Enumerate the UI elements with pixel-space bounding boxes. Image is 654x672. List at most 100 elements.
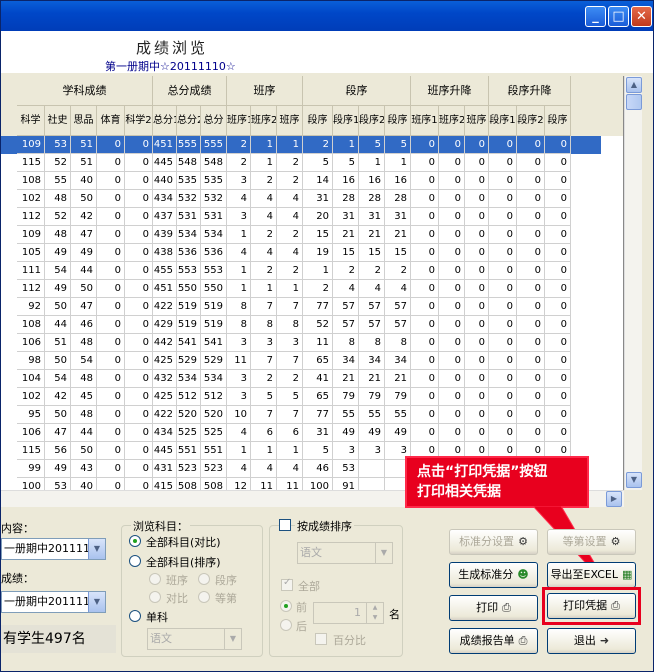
content-label: 内容： [1,522,34,535]
table-row[interactable]: 109 48 47 0 0 439 534 534 1 2 2 15 21 21 21 0 0 0 0 0 0 [1,226,601,244]
table-cell: 519 [177,316,201,334]
table-cell: 4 [251,460,277,478]
grid-body[interactable]: 109 53 51 0 0 451 555 555 2 1 1 2 1 5 5 0 0 0 0 0 0 115 52 51 0 0… [1,136,623,490]
column-header[interactable]: 班序1 [411,106,439,136]
radio-grade-rank[interactable] [198,573,210,585]
rank-unit-label: 名 [389,608,400,621]
column-header[interactable]: 班序2 [439,106,465,136]
table-cell: 0 [97,226,125,244]
chevron-down-icon[interactable]: ▼ [375,543,392,563]
chevron-down-icon[interactable]: ▼ [88,592,105,612]
print-button[interactable]: 打印 ⎙ [449,595,538,621]
table-cell: 47 [45,424,71,442]
table-cell: 531 [177,208,201,226]
radio-equal[interactable] [198,591,210,603]
radio-compare[interactable] [149,591,161,603]
table-cell: 4 [333,280,359,298]
column-header[interactable]: 班序 [465,106,489,136]
column-header[interactable]: 段序 [303,106,333,136]
radio-back[interactable] [280,619,292,631]
report-sheet-button[interactable]: 成绩报告单 ⎙ [449,628,538,654]
radio-class-rank[interactable] [149,573,161,585]
vertical-scrollbar[interactable]: ▲ ▼ [624,76,642,490]
all-checkbox[interactable] [281,577,293,591]
column-header[interactable]: 科学2 [125,106,153,136]
column-header[interactable]: 段序2 [517,106,545,136]
radio-all-rank[interactable] [129,555,141,567]
content-select[interactable]: 一册期中201111 ▼ [1,538,106,560]
column-header[interactable]: 段序 [385,106,411,136]
table-cell: 0 [439,316,465,334]
column-header[interactable]: 体育 [97,106,125,136]
table-row[interactable]: 109 53 51 0 0 451 555 555 2 1 1 2 1 5 5 0 0 0 0 0 0 [1,136,601,154]
column-group-header: 段序升降 [489,76,571,106]
table-cell: 0 [439,370,465,388]
table-row[interactable]: 102 42 45 0 0 425 512 512 3 5 5 65 79 79 79 0 0 0 0 0 0 [1,388,601,406]
table-row[interactable]: 115 52 51 0 0 445 548 548 2 1 2 5 5 1 1 0 0 0 0 0 0 [1,154,601,172]
table-cell: 0 [411,190,439,208]
table-row[interactable]: 98 50 54 0 0 425 529 529 11 7 7 65 34 34 34 0 0 0 0 0 0 [1,352,601,370]
sort-checkbox[interactable] [279,519,291,531]
table-row[interactable]: 102 48 50 0 0 434 532 532 4 4 4 31 28 28 28 0 0 0 0 0 0 [1,190,601,208]
score-select[interactable]: 一册期中201111 ▼ [1,591,106,613]
table-cell: 3 [227,172,251,190]
scroll-right-icon[interactable]: ▶ [606,491,622,507]
column-header[interactable]: 段序 [545,106,571,136]
minimize-icon[interactable]: _ [585,6,606,27]
table-row[interactable]: 112 49 50 0 0 451 550 550 1 1 1 2 4 4 4 0 0 0 0 0 0 [1,280,601,298]
percent-checkbox[interactable] [315,633,327,645]
radio-front[interactable] [280,600,292,612]
chevron-down-icon[interactable]: ▼ [88,539,105,559]
table-row[interactable]: 106 51 48 0 0 442 541 541 3 3 3 11 8 8 8 0 0 0 0 0 0 [1,334,601,352]
gen-std-score-button[interactable]: 生成标准分 ☻ [449,562,538,588]
table-cell: 1 [277,136,303,154]
table-row[interactable]: 108 55 40 0 0 440 535 535 3 2 2 14 16 16 16 0 0 0 0 0 0 [1,172,601,190]
score-grid[interactable]: 学科成绩 总分成绩 班序 段序 班序升降 段序升降 科学 社史 思品 体育 科学2 总分1 总分2 总分班… [1,76,624,490]
table-row[interactable]: 108 44 46 0 0 429 519 519 8 8 8 52 57 57 57 0 0 0 0 0 0 [1,316,601,334]
column-header[interactable]: 社史 [45,106,71,136]
radio-all-compare[interactable] [129,535,141,547]
table-row[interactable]: 92 50 47 0 0 422 519 519 8 7 7 77 57 57 57 0 0 0 0 0 0 [1,298,601,316]
column-header[interactable]: 段序2 [359,106,385,136]
table-cell: 52 [303,316,333,334]
table-cell: 108 [17,172,45,190]
column-header[interactable]: 段序1 [333,106,359,136]
scroll-down-icon[interactable]: ▼ [626,472,642,488]
table-cell: 21 [333,370,359,388]
table-row[interactable]: 112 52 42 0 0 437 531 531 3 4 4 20 31 31 31 0 0 0 0 0 0 [1,208,601,226]
exit-button[interactable]: 退出 ➜ [547,628,636,654]
column-header[interactable]: 班序1 [227,106,251,136]
std-score-settings-button[interactable]: 标准分设置 ⚙ [449,529,538,555]
sort-subject-select[interactable]: 语文 ▼ [297,542,393,564]
table-row[interactable]: 104 54 48 0 0 432 534 534 3 2 2 41 21 21 21 0 0 0 0 0 0 [1,370,601,388]
column-header[interactable]: 总分2 [177,106,201,136]
maximize-icon[interactable]: □ [608,6,629,27]
column-header[interactable]: 总分1 [153,106,177,136]
export-excel-button[interactable]: 导出至EXCEL ▦ [547,562,636,588]
count-spinner[interactable]: 1 ▲ ▼ [313,602,384,624]
grade-settings-button[interactable]: 等第设置 ⚙ [547,529,636,555]
scroll-thumb[interactable] [626,94,642,110]
table-cell: 8 [227,316,251,334]
spinner-arrows-icon[interactable]: ▲ ▼ [366,603,383,623]
close-icon[interactable]: ✕ [631,6,652,27]
column-header[interactable]: 班序 [277,106,303,136]
radio-single[interactable] [129,610,141,622]
single-subject-select[interactable]: 语文 ▼ [147,628,242,650]
table-cell: 0 [97,352,125,370]
table-row[interactable]: 111 54 44 0 0 455 553 553 1 2 2 1 2 2 2 0 0 0 0 0 0 [1,262,601,280]
scroll-up-icon[interactable]: ▲ [626,77,642,93]
column-header[interactable]: 段序1 [489,106,517,136]
column-header[interactable]: 思品 [71,106,97,136]
chevron-down-icon[interactable]: ▼ [224,629,241,649]
table-cell: 508 [201,478,227,490]
table-row[interactable]: 95 50 48 0 0 422 520 520 10 7 7 77 55 55 55 0 0 0 0 0 0 [1,406,601,424]
column-header[interactable]: 科学 [17,106,45,136]
table-row[interactable]: 106 47 44 0 0 434 525 525 4 6 6 31 49 49 49 0 0 0 0 0 0 [1,424,601,442]
table-cell: 0 [125,136,153,154]
table-row[interactable]: 105 49 49 0 0 438 536 536 4 4 4 19 15 15 15 0 0 0 0 0 0 [1,244,601,262]
title-bar[interactable]: _ □ ✕ [1,1,653,31]
table-cell: 50 [45,298,71,316]
column-header[interactable]: 班序2 [251,106,277,136]
column-header[interactable]: 总分 [201,106,227,136]
